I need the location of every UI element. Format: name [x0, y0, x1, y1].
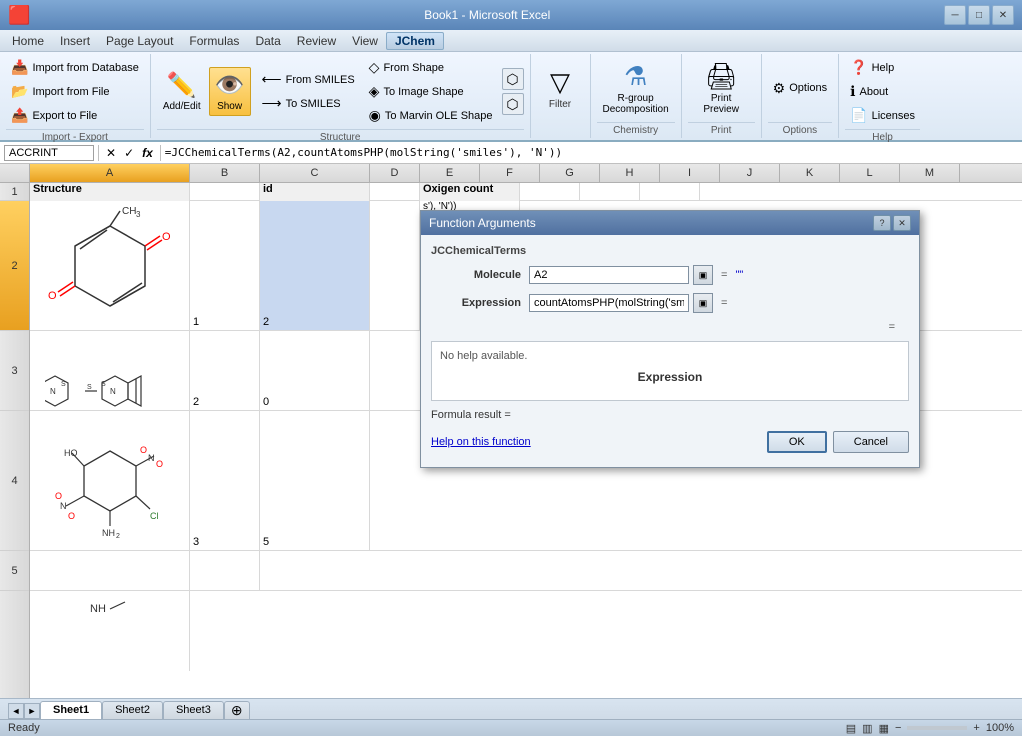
ok-button[interactable]: OK [767, 431, 827, 453]
close-button[interactable]: ✕ [992, 5, 1014, 25]
expression-ref-button[interactable]: ▣ [693, 293, 713, 313]
dialog-footer: Help on this function OK Cancel [431, 427, 909, 457]
dialog-title-bar: Function Arguments ? ✕ [421, 211, 919, 235]
expression-title: Expression [440, 370, 900, 384]
function-arguments-dialog: Function Arguments ? ✕ JCChemicalTerms M… [420, 210, 920, 468]
molecule-label: Molecule [431, 269, 521, 281]
minimize-button[interactable]: ─ [944, 5, 966, 25]
third-row: = [431, 321, 909, 333]
title-bar: 🟥 Book1 - Microsoft Excel ─ □ ✕ [0, 0, 1022, 30]
help-on-function-link[interactable]: Help on this function [431, 436, 531, 448]
dialog-help-button[interactable]: ? [873, 215, 891, 231]
dialog-title: Function Arguments [429, 216, 536, 230]
expression-row: Expression ▣ = [431, 293, 909, 313]
molecule-ref-button[interactable]: ▣ [693, 265, 713, 285]
dialog-section-label: JCChemicalTerms [431, 245, 909, 257]
molecule-input[interactable] [529, 266, 689, 284]
dialog-overlay: Function Arguments ? ✕ JCChemicalTerms M… [0, 30, 1022, 736]
dialog-close-button[interactable]: ✕ [893, 215, 911, 231]
dialog-help-area: No help available. Expression [431, 341, 909, 401]
molecule-result: "" [735, 269, 743, 281]
formula-result: Formula result = [431, 409, 909, 421]
expression-label: Expression [431, 297, 521, 309]
no-help-text: No help available. [440, 350, 527, 362]
expression-input[interactable] [529, 294, 689, 312]
window-title: Book1 - Microsoft Excel [30, 8, 944, 22]
cancel-button[interactable]: Cancel [833, 431, 909, 453]
expression-equals: = [717, 297, 731, 309]
third-equals: = [885, 321, 899, 333]
app-icon: 🟥 [8, 5, 30, 26]
molecule-equals: = [717, 269, 731, 281]
molecule-row: Molecule ▣ = "" [431, 265, 909, 285]
maximize-button[interactable]: □ [968, 5, 990, 25]
